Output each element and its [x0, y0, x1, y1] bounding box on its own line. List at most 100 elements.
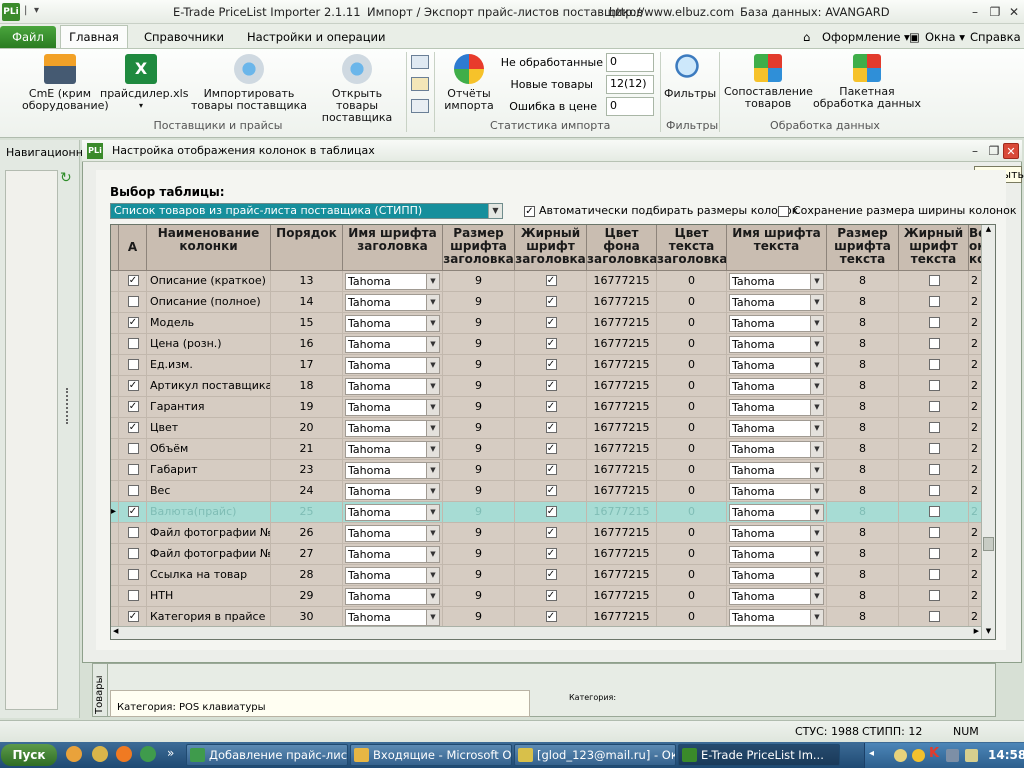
header-size-cell[interactable]: 9 — [443, 397, 515, 418]
text-bold-cell[interactable] — [899, 376, 969, 397]
chevron-down-icon[interactable]: ▼ — [810, 274, 823, 289]
text-bold-cell[interactable] — [899, 439, 969, 460]
header-bg-cell[interactable]: 16777215 — [587, 418, 657, 439]
chevron-down-icon[interactable]: ▼ — [426, 400, 439, 415]
order-cell[interactable]: 27 — [271, 544, 343, 565]
column-header[interactable]: Жирный шрифт заголовка — [515, 225, 587, 271]
chevron-down-icon[interactable]: ▼ — [810, 379, 823, 394]
text-font-cell[interactable]: Tahoma ▼ — [727, 460, 827, 481]
chevron-down-icon[interactable]: ▼ — [810, 295, 823, 310]
text-bold-cell[interactable] — [899, 586, 969, 607]
close-icon[interactable]: ✕ — [1005, 4, 1023, 20]
font-select[interactable]: Tahoma ▼ — [729, 567, 824, 584]
cme-supplier-button[interactable]: CmE (крим оборудование) — [22, 54, 109, 112]
header-size-cell[interactable]: 9 — [443, 292, 515, 313]
header-font-cell[interactable]: Tahoma ▼ — [343, 439, 443, 460]
text-size-cell[interactable]: 8 — [827, 565, 899, 586]
text-bold-checkbox[interactable] — [928, 443, 940, 454]
dialog-close-button[interactable]: ✕ — [1003, 143, 1019, 159]
header-fg-cell[interactable]: 0 — [657, 397, 727, 418]
quicklaunch-icon-1[interactable] — [66, 746, 82, 762]
header-fg-cell[interactable]: 0 — [657, 271, 727, 292]
header-bg-cell[interactable]: 16777215 — [587, 523, 657, 544]
background-tab[interactable]: Товары — [92, 663, 108, 717]
header-bold-cell[interactable]: ✓ — [515, 502, 587, 523]
table-row[interactable]: Цена (розн.) 16 Tahoma ▼ 9 ✓ 16777215 0 Tahoma ▼ 8… — [111, 334, 985, 355]
text-bold-checkbox[interactable] — [928, 548, 940, 559]
font-select[interactable]: Tahoma ▼ — [345, 357, 440, 374]
header-size-cell[interactable]: 9 — [443, 376, 515, 397]
header-bg-cell[interactable]: 16777215 — [587, 313, 657, 334]
header-size-cell[interactable]: 9 — [443, 439, 515, 460]
active-checkbox[interactable]: ✓ — [127, 422, 139, 433]
header-size-cell[interactable]: 9 — [443, 418, 515, 439]
header-bold-cell[interactable]: ✓ — [515, 439, 587, 460]
header-size-cell[interactable]: 9 — [443, 523, 515, 544]
tab-home[interactable]: Главная — [60, 25, 128, 49]
active-checkbox[interactable]: ✓ — [127, 380, 139, 391]
navigation-tree[interactable] — [5, 170, 58, 710]
column-name-cell[interactable]: Гарантия — [147, 397, 271, 418]
text-bold-cell[interactable] — [899, 481, 969, 502]
taskbar-item-mail[interactable]: [glod_123@mail.ru] - Окн... — [514, 744, 676, 766]
font-select[interactable]: Tahoma ▼ — [729, 609, 824, 626]
table-row[interactable]: Файл фотографии №2 27 Tahoma ▼ 9 ✓ 16777215 0 Ta… — [111, 544, 985, 565]
text-size-cell[interactable]: 8 — [827, 271, 899, 292]
text-bold-checkbox[interactable] — [928, 401, 940, 412]
import-goods-button[interactable]: Импортировать товары поставщика — [190, 54, 308, 112]
chevron-down-icon[interactable]: ▼ — [810, 505, 823, 520]
header-size-cell[interactable]: 9 — [443, 271, 515, 292]
header-bold-checkbox[interactable]: ✓ — [545, 527, 557, 538]
order-cell[interactable]: 20 — [271, 418, 343, 439]
header-bold-checkbox[interactable]: ✓ — [545, 359, 557, 370]
active-cell[interactable] — [119, 586, 147, 607]
font-select[interactable]: Tahoma ▼ — [345, 294, 440, 311]
table-row[interactable]: ✓ Модель 15 Tahoma ▼ 9 ✓ 16777215 0 Tahoma ▼ 8 2 — [111, 313, 985, 334]
active-cell[interactable]: ✓ — [119, 502, 147, 523]
text-bold-checkbox[interactable] — [928, 359, 940, 370]
chevron-down-icon[interactable]: ▼ — [426, 484, 439, 499]
header-bold-checkbox[interactable]: ✓ — [545, 317, 557, 328]
active-cell[interactable]: ✓ — [119, 607, 147, 628]
column-name-cell[interactable]: Категория в прайсе — [147, 607, 271, 628]
header-bold-cell[interactable]: ✓ — [515, 355, 587, 376]
chevron-down-icon[interactable]: ▼ — [810, 610, 823, 625]
active-cell[interactable] — [119, 292, 147, 313]
menu-windows[interactable]: Окна ▾ — [925, 30, 965, 44]
header-bold-checkbox[interactable]: ✓ — [545, 401, 557, 412]
table-row[interactable]: ✓ Категория в прайсе 30 Tahoma ▼ 9 ✓ 16777215 0 T… — [111, 607, 985, 628]
chevron-down-icon[interactable]: ▼ — [426, 463, 439, 478]
font-select[interactable]: Tahoma ▼ — [729, 399, 824, 416]
font-select[interactable]: Tahoma ▼ — [729, 483, 824, 500]
header-fg-cell[interactable]: 0 — [657, 292, 727, 313]
font-select[interactable]: Tahoma ▼ — [345, 399, 440, 416]
font-select[interactable]: Tahoma ▼ — [729, 378, 824, 395]
table-row[interactable]: Файл фотографии №1 26 Tahoma ▼ 9 ✓ 16777215 0 Ta… — [111, 523, 985, 544]
font-select[interactable]: Tahoma ▼ — [729, 357, 824, 374]
column-name-cell[interactable]: Артикул поставщика — [147, 376, 271, 397]
font-select[interactable]: Tahoma ▼ — [345, 525, 440, 542]
scroll-left-icon[interactable]: ◀ — [113, 627, 118, 635]
tray-shield-icon[interactable] — [912, 749, 925, 762]
text-size-cell[interactable]: 8 — [827, 586, 899, 607]
tray-volume-icon[interactable] — [965, 749, 978, 762]
column-header[interactable]: A — [119, 225, 147, 271]
table-row[interactable]: ✓ Артикул поставщика 18 Tahoma ▼ 9 ✓ 16777215 0 T… — [111, 376, 985, 397]
chevron-down-icon[interactable]: ▼ — [426, 274, 439, 289]
text-bold-checkbox[interactable] — [928, 317, 940, 328]
small-table-icon[interactable] — [411, 99, 429, 113]
header-bg-cell[interactable]: 16777215 — [587, 565, 657, 586]
text-font-cell[interactable]: Tahoma ▼ — [727, 271, 827, 292]
tab-file[interactable]: Файл — [0, 26, 56, 48]
table-row[interactable]: НТН 29 Tahoma ▼ 9 ✓ 16777215 0 Tahoma ▼ 8 2 — [111, 586, 985, 607]
font-select[interactable]: Tahoma ▼ — [729, 441, 824, 458]
chevron-down-icon[interactable]: ▼ — [488, 204, 502, 218]
text-size-cell[interactable]: 8 — [827, 439, 899, 460]
column-header[interactable]: Размер шрифта заголовка — [443, 225, 515, 271]
header-bold-checkbox[interactable]: ✓ — [545, 338, 557, 349]
text-font-cell[interactable]: Tahoma ▼ — [727, 313, 827, 334]
active-checkbox[interactable]: ✓ — [127, 275, 139, 286]
chevron-down-icon[interactable]: ▼ — [426, 358, 439, 373]
font-select[interactable]: Tahoma ▼ — [345, 483, 440, 500]
font-select[interactable]: Tahoma ▼ — [729, 336, 824, 353]
